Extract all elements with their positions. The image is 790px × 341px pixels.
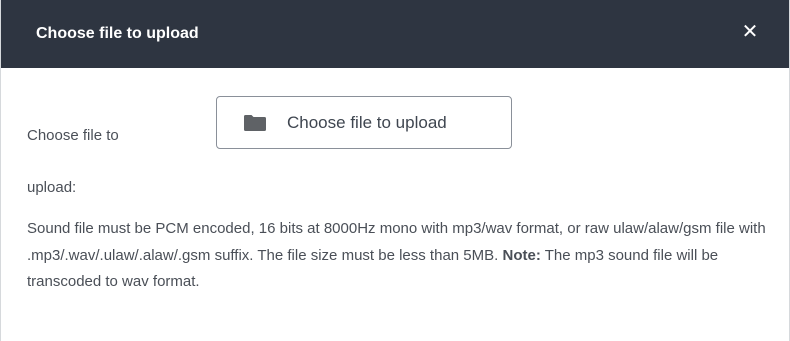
choose-file-button[interactable]: Choose file to upload xyxy=(216,96,512,149)
choose-file-button-label: Choose file to upload xyxy=(287,113,447,132)
upload-help-text: Sound file must be PCM encoded, 16 bits … xyxy=(27,216,777,296)
close-icon[interactable]: ✕ xyxy=(739,21,761,43)
upload-field-label-line2: upload: xyxy=(27,179,77,196)
dialog-header: Choose file to upload ✕ xyxy=(1,0,789,68)
folder-icon xyxy=(244,115,266,131)
upload-dialog: Choose file to upload ✕ Choose file to u… xyxy=(0,0,790,341)
upload-field-label-line1: Choose file to xyxy=(27,127,119,144)
upload-field-label: Choose file to upload: xyxy=(27,110,187,214)
dialog-title: Choose file to upload xyxy=(36,25,199,42)
help-note-label: Note: xyxy=(502,246,541,264)
